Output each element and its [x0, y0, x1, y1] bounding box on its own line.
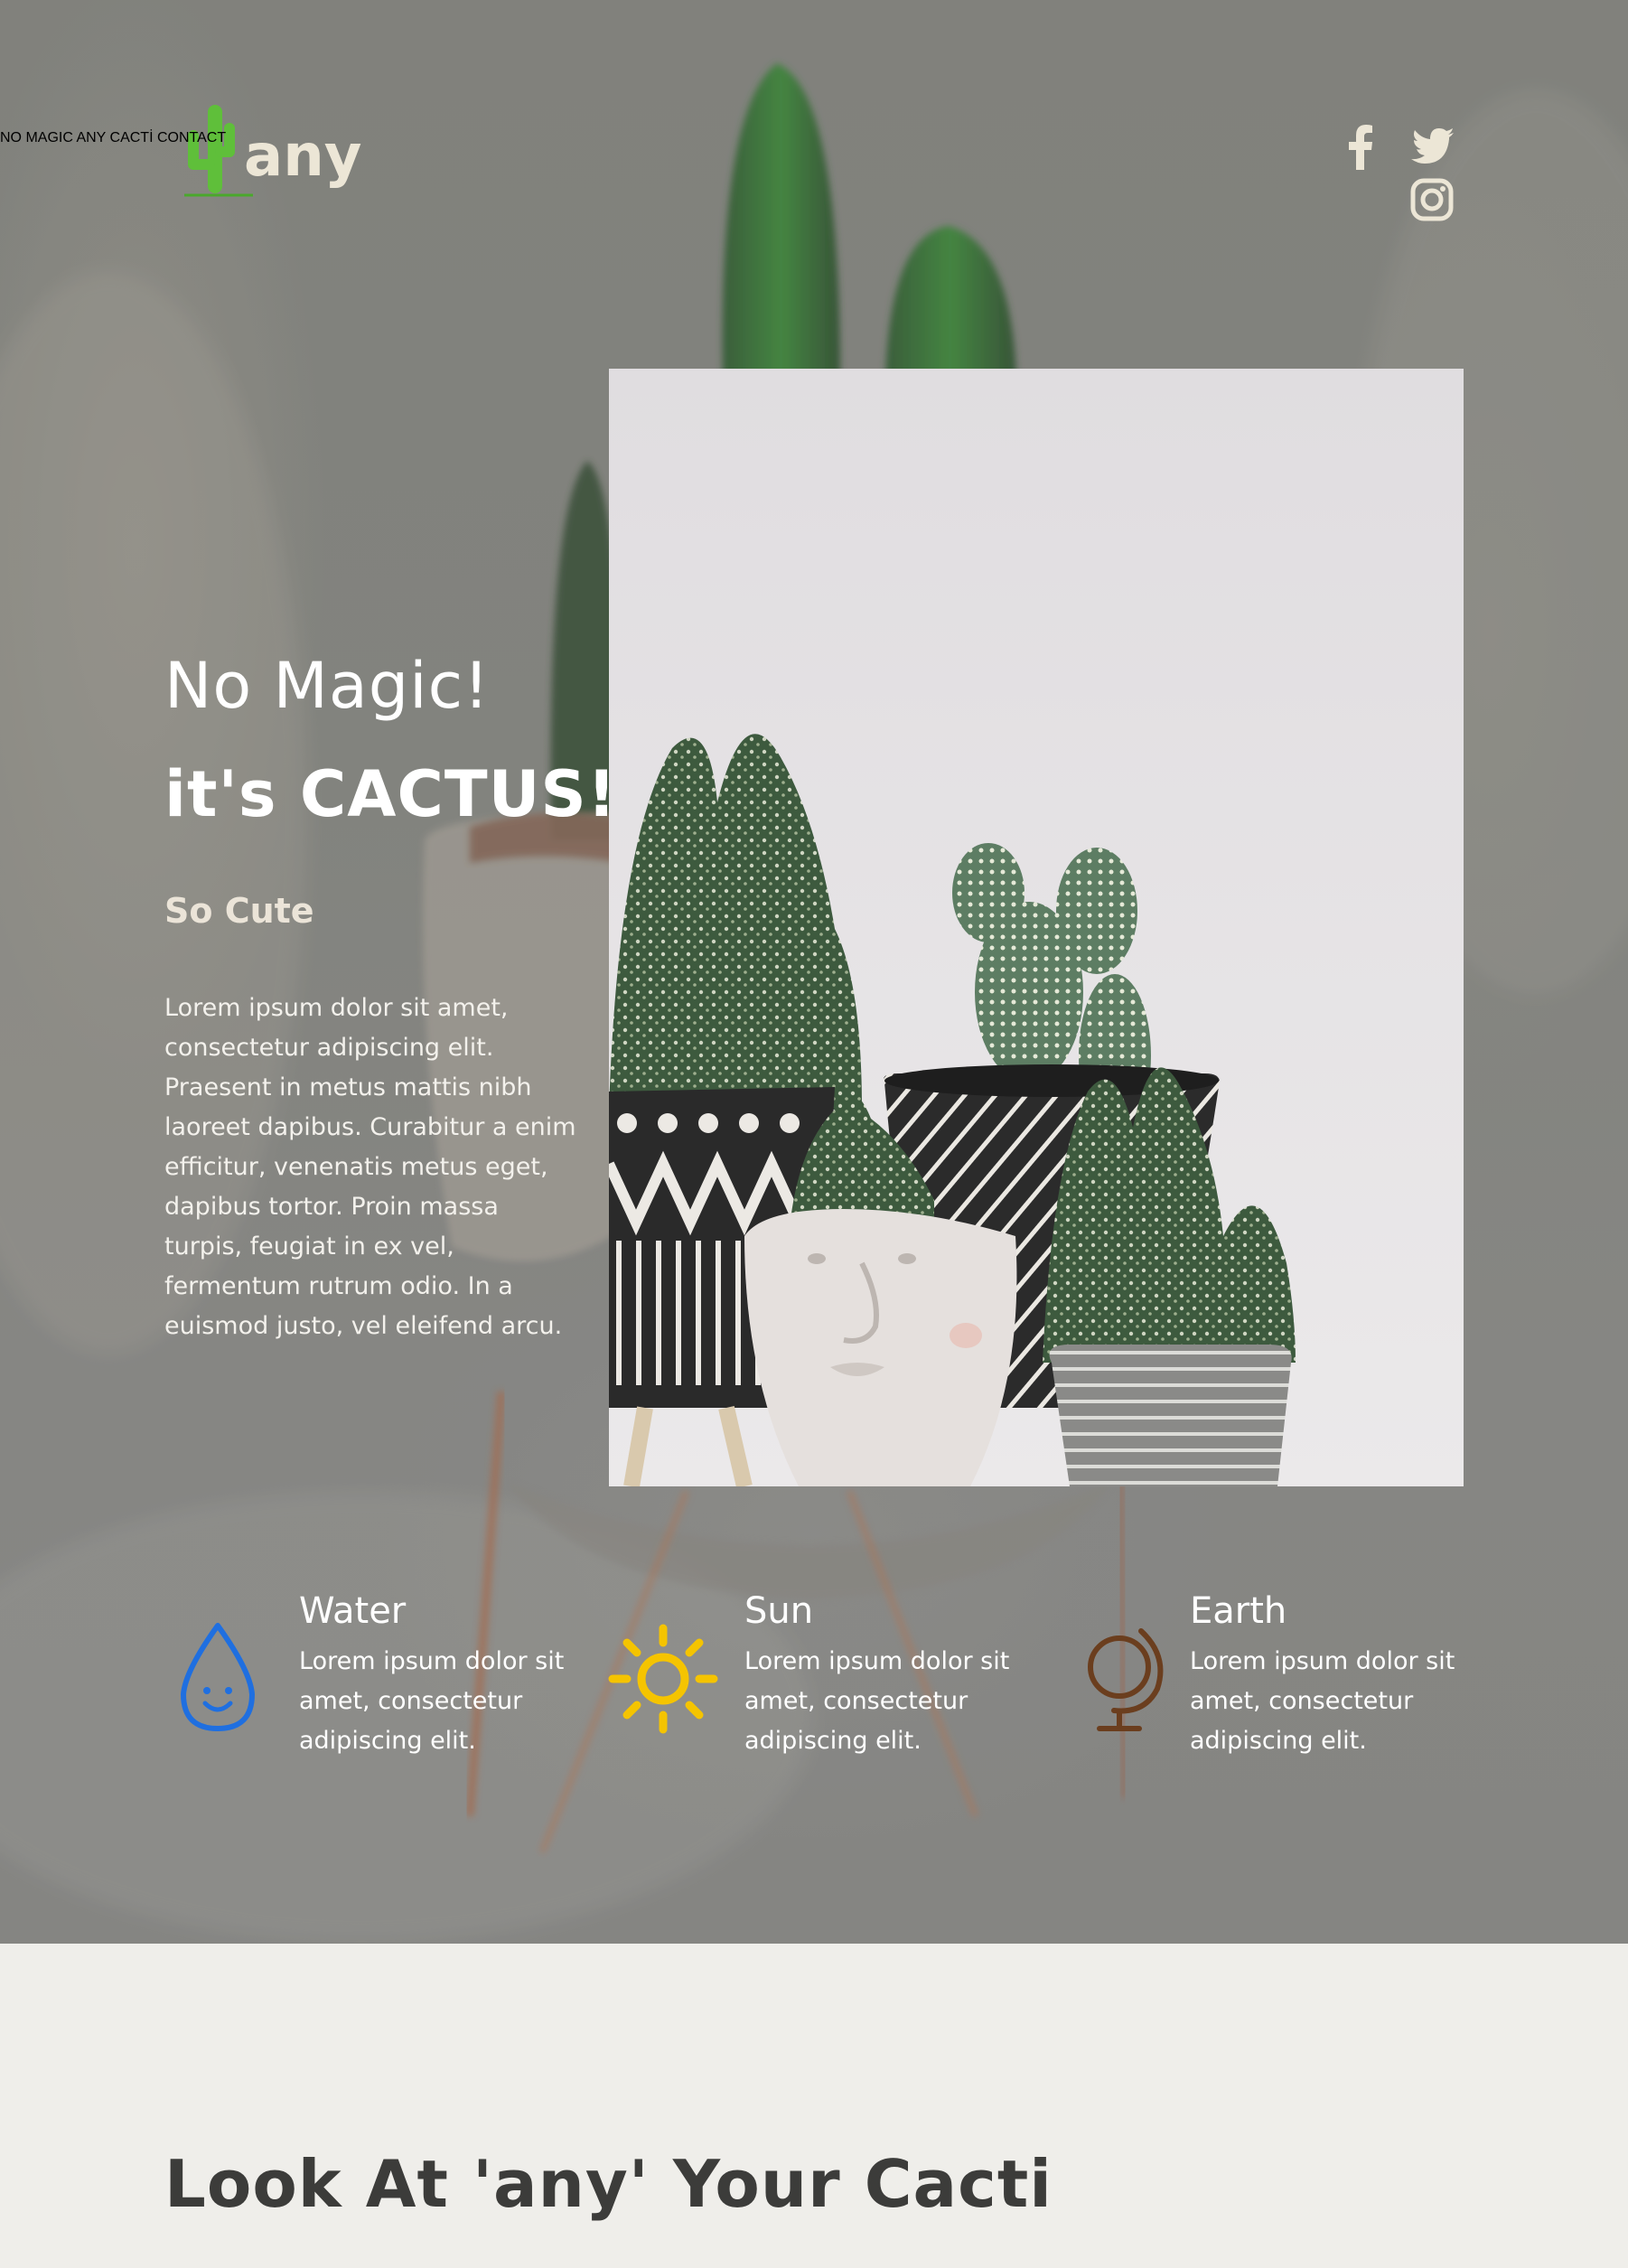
- section-title: Look At 'any' Your Cacti: [164, 2146, 1053, 2222]
- main-navigation: NO MAGIC ANY CACTİ CONTACT: [0, 130, 226, 146]
- hero-intro-text: Lorem ipsum dolor sit amet, consectetur …: [164, 994, 576, 1340]
- water-drop-icon: [181, 1623, 255, 1731]
- feature-water-text: Lorem ipsum dolor sit amet, consectetur …: [299, 1647, 565, 1755]
- instagram-icon[interactable]: [1410, 178, 1454, 221]
- feature-sun-text: Lorem ipsum dolor sit amet, consectetur …: [744, 1647, 1010, 1755]
- brand-logo-text: any: [244, 123, 361, 190]
- hero-headline-bold: CACTUS!: [299, 757, 617, 831]
- feature-water: Water Lorem ipsum dolor sit amet, consec…: [299, 1586, 597, 1761]
- nav-item-no-magic[interactable]: NO MAGIC: [0, 130, 73, 145]
- nav-item-contact[interactable]: CONTACT: [157, 130, 226, 145]
- feature-earth-title: Earth: [1190, 1590, 1287, 1632]
- feature-earth: Earth Lorem ipsum dolor sit amet, consec…: [1190, 1586, 1488, 1761]
- hero-headline-prefix: it's: [164, 757, 300, 831]
- globe-icon: [1088, 1628, 1164, 1731]
- hero-headline-line1: No Magic!: [164, 649, 491, 723]
- sun-icon: [608, 1624, 718, 1734]
- feature-earth-text: Lorem ipsum dolor sit amet, consectetur …: [1190, 1647, 1455, 1755]
- twitter-icon[interactable]: [1411, 128, 1455, 164]
- cacti-pots-photo: [609, 369, 1464, 1486]
- hero-section: any NO MAGIC ANY CACTİ CONTACT No Magic!…: [0, 0, 1628, 1944]
- hero-subtitle: So Cute: [164, 891, 314, 931]
- brand-logo[interactable]: any: [181, 101, 370, 228]
- feature-water-title: Water: [299, 1590, 407, 1632]
- facebook-icon[interactable]: [1348, 125, 1373, 170]
- feature-sun: Sun Lorem ipsum dolor sit amet, consecte…: [744, 1586, 1043, 1761]
- nav-item-any-cacti[interactable]: ANY CACTİ: [76, 130, 153, 145]
- feature-sun-title: Sun: [744, 1590, 814, 1632]
- hero-headline-line2: it's CACTUS!: [164, 757, 617, 831]
